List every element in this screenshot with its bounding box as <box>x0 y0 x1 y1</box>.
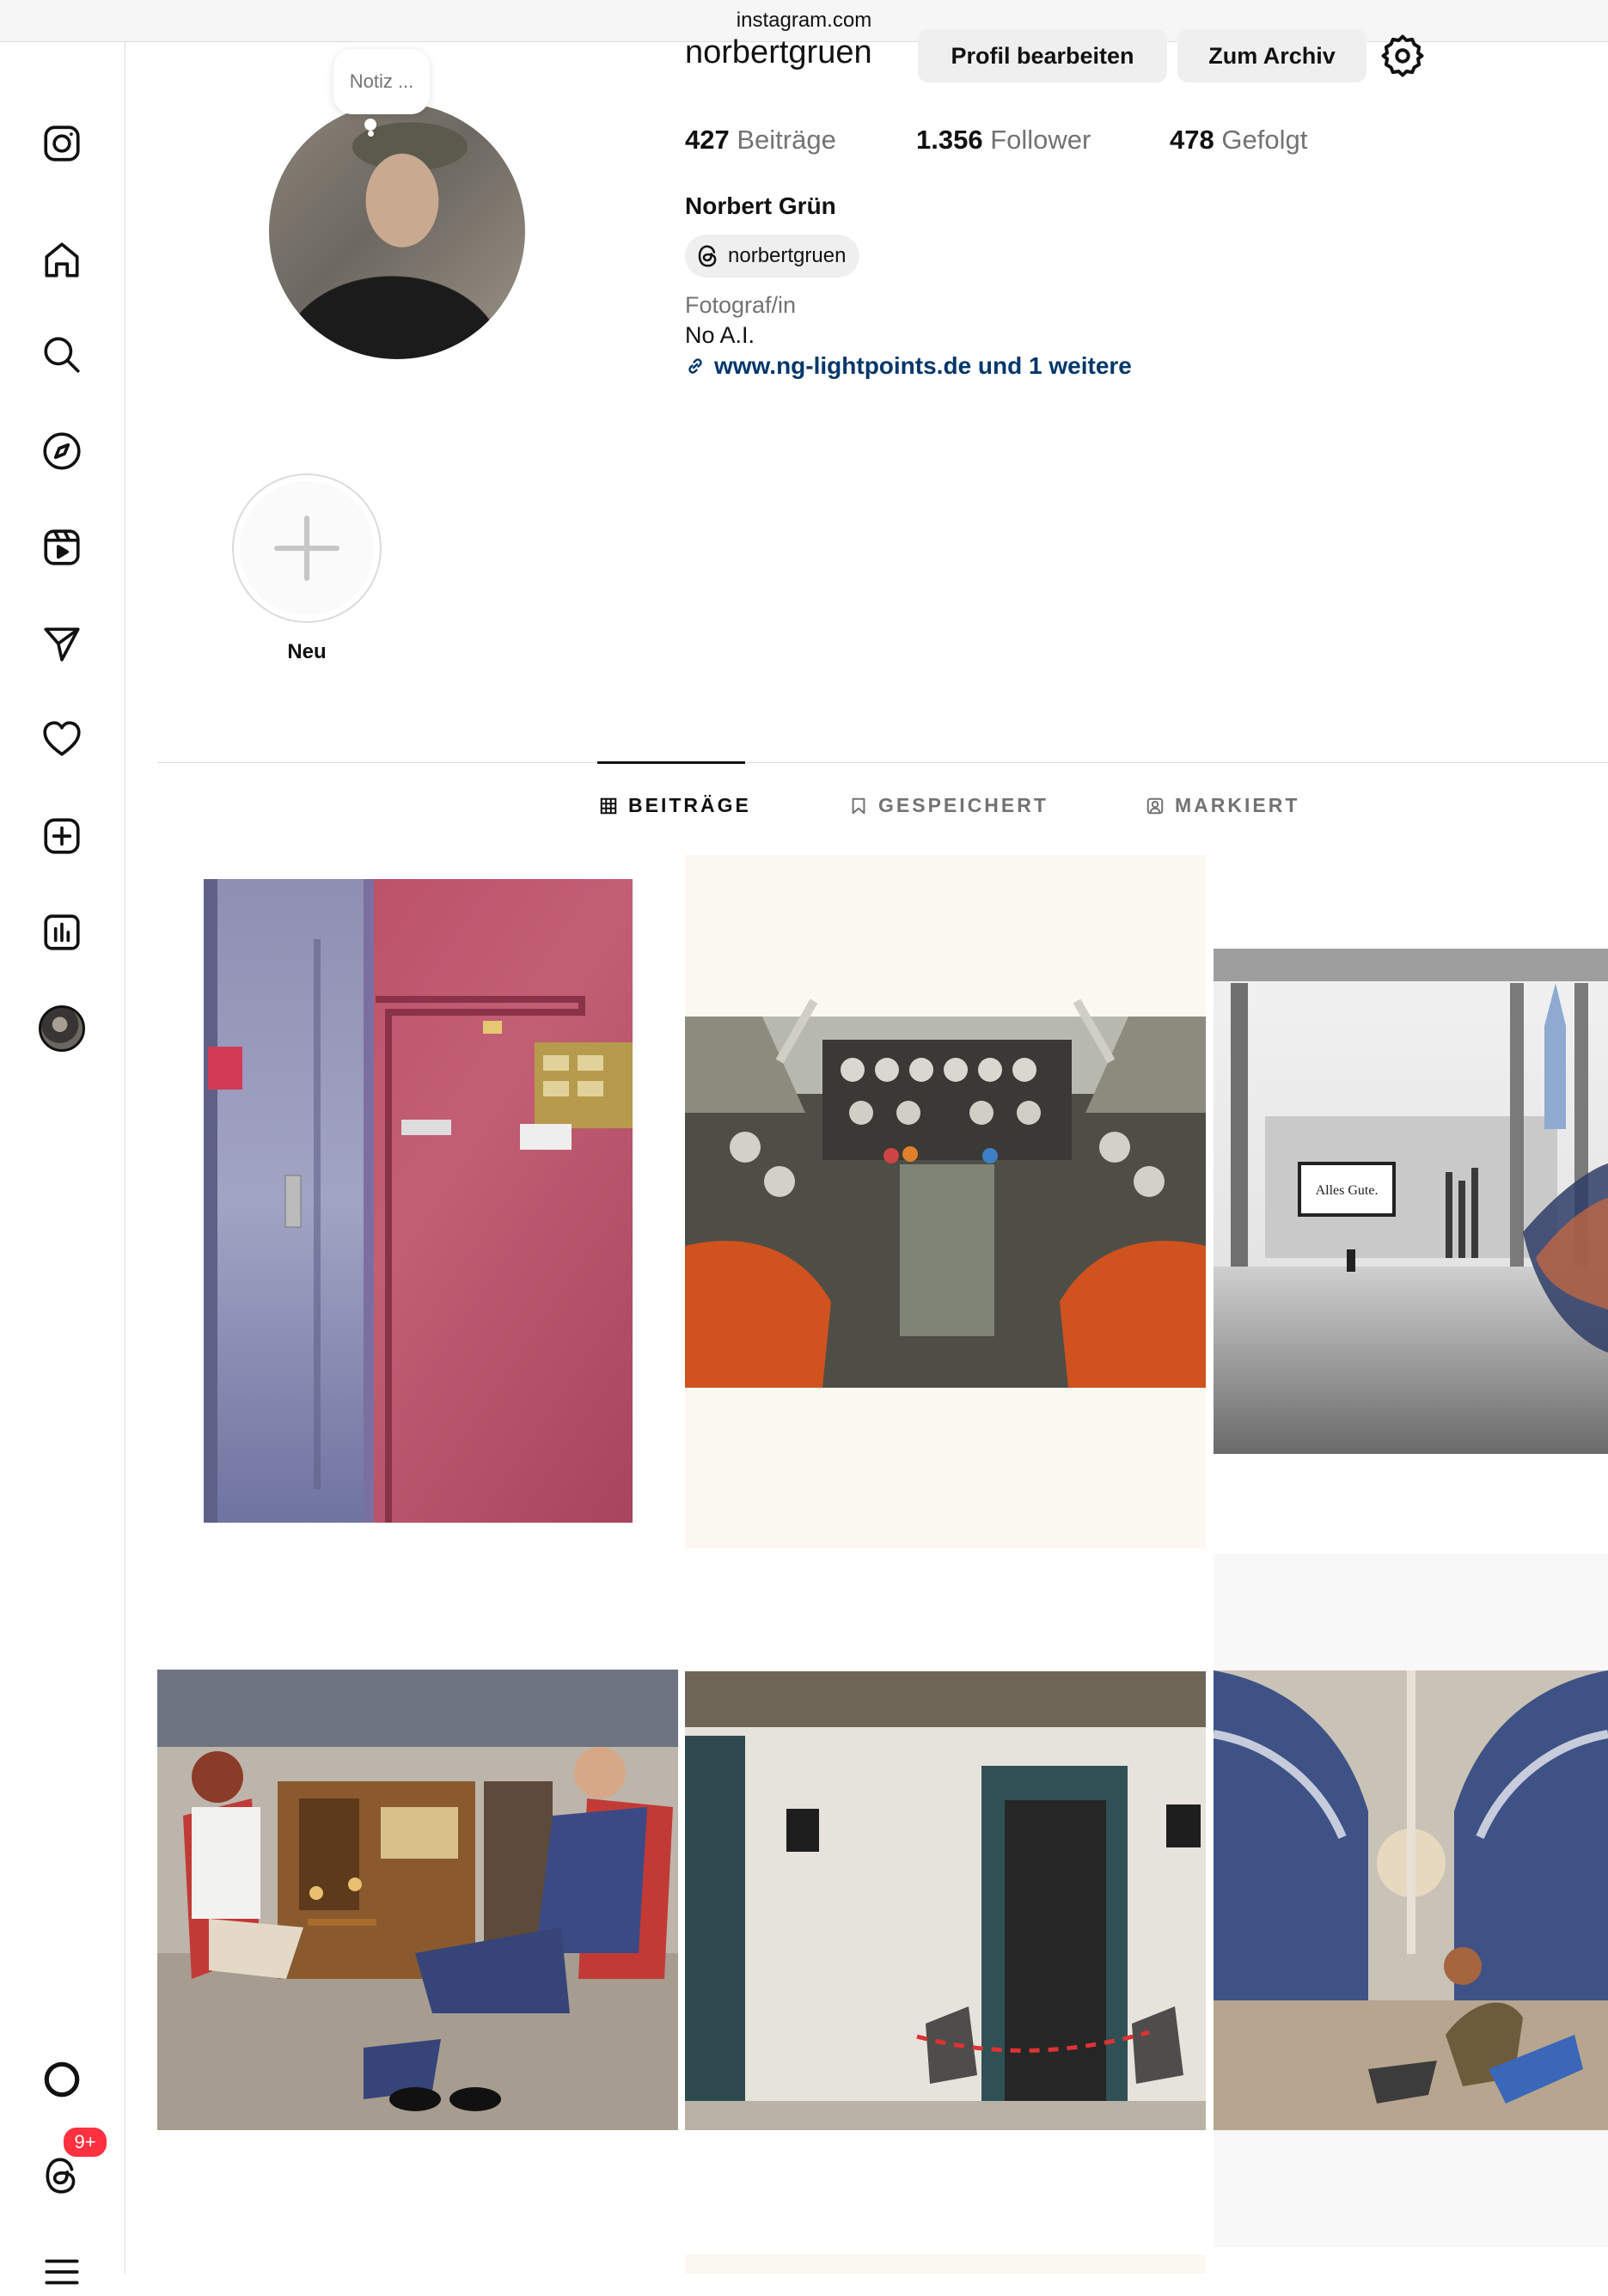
insights-icon[interactable] <box>38 908 86 956</box>
tab-posts-label: BEITRÄGE <box>628 794 751 816</box>
tab-tagged[interactable]: MARKIERT <box>1146 794 1299 817</box>
settings-gear-icon[interactable] <box>1379 33 1426 79</box>
grid-icon <box>600 797 617 814</box>
tagged-user-icon <box>1146 797 1164 814</box>
active-tab-indicator <box>597 761 745 764</box>
profile-avatar[interactable] <box>38 1004 86 1053</box>
new-highlight-button[interactable] <box>232 473 382 623</box>
note-placeholder: Notiz ... <box>349 70 414 92</box>
bookmark-icon <box>852 797 865 814</box>
meta-ring-icon[interactable] <box>38 2055 86 2104</box>
edit-profile-button[interactable]: Profil bearbeiten <box>918 29 1167 82</box>
profile-picture[interactable] <box>269 103 525 359</box>
post-tile[interactable] <box>685 855 1206 1548</box>
post-image-doorway <box>685 1671 1206 2130</box>
sidebar-nav <box>0 42 125 2285</box>
reels-icon[interactable] <box>38 523 86 571</box>
profile-username: norbertgruen <box>685 34 872 70</box>
compass-icon[interactable] <box>38 427 86 475</box>
profile-full-name: Norbert Grün <box>685 192 836 219</box>
archive-button[interactable]: Zum Archiv <box>1177 29 1366 82</box>
profile-category: Fotograf/in <box>685 292 797 318</box>
link-icon <box>688 358 702 374</box>
post-image-cockpit <box>685 998 1206 1388</box>
post-tile[interactable] <box>157 1670 678 2130</box>
direct-message-icon[interactable] <box>38 620 86 668</box>
search-icon[interactable] <box>38 331 86 379</box>
tab-posts[interactable]: BEITRÄGE <box>599 794 751 817</box>
tabs-divider <box>157 762 1608 763</box>
threads-handle: norbertgruen <box>728 244 847 267</box>
post-tile[interactable] <box>685 1671 1206 2130</box>
home-icon[interactable] <box>38 236 86 284</box>
tab-tagged-label: MARKIERT <box>1175 794 1300 816</box>
post-tile[interactable]: Alles Gute. <box>1214 949 1608 1454</box>
profile-website-link[interactable]: www.ng-lightpoints.de und 1 weitere <box>685 352 1132 380</box>
heart-icon[interactable] <box>38 715 86 763</box>
posts-stat[interactable]: 427 Beiträge <box>685 125 836 156</box>
note-bubble-tail <box>364 119 376 131</box>
post-tile[interactable] <box>204 879 633 1523</box>
profile-link-text: www.ng-lightpoints.de und 1 weitere <box>714 352 1132 379</box>
followers-label: Follower <box>990 125 1091 155</box>
threads-notification-badge: 9+ <box>62 2126 108 2159</box>
following-stat[interactable]: 478 Gefolgt <box>1170 125 1307 156</box>
tab-saved-label: GESPEICHERT <box>878 794 1049 816</box>
post-tile[interactable] <box>1214 1554 1608 2247</box>
threads-icon[interactable] <box>38 2152 86 2200</box>
sign-text: Alles Gute. <box>1316 1183 1379 1198</box>
tab-saved[interactable]: GESPEICHERT <box>849 794 1049 817</box>
post-image-station <box>1214 1670 1608 2130</box>
plus-icon <box>273 515 340 582</box>
url-text: instagram.com <box>736 9 872 32</box>
profile-bio: No A.I. <box>685 322 755 348</box>
followers-count: 1.356 <box>916 125 983 155</box>
following-label: Gefolgt <box>1221 125 1308 155</box>
threads-icon <box>698 245 717 267</box>
following-count: 478 <box>1170 125 1214 155</box>
post-image-couple <box>157 1670 678 2130</box>
post-image-door <box>204 879 633 1523</box>
followers-stat[interactable]: 1.356 Follower <box>916 125 1091 156</box>
posts-count: 427 <box>685 125 730 155</box>
post-image-architecture: Alles Gute. <box>1214 949 1608 1454</box>
create-icon[interactable] <box>38 812 86 860</box>
instagram-logo-icon[interactable] <box>38 119 86 168</box>
new-highlight-label: Neu <box>287 640 327 663</box>
note-bubble[interactable]: Notiz ... <box>333 49 430 114</box>
menu-icon[interactable] <box>38 2248 86 2296</box>
note-bubble-tail-small <box>368 131 374 137</box>
threads-badge-link[interactable]: norbertgruen <box>685 235 860 278</box>
post-tile[interactable] <box>685 2255 1206 2274</box>
posts-label: Beiträge <box>737 125 836 155</box>
